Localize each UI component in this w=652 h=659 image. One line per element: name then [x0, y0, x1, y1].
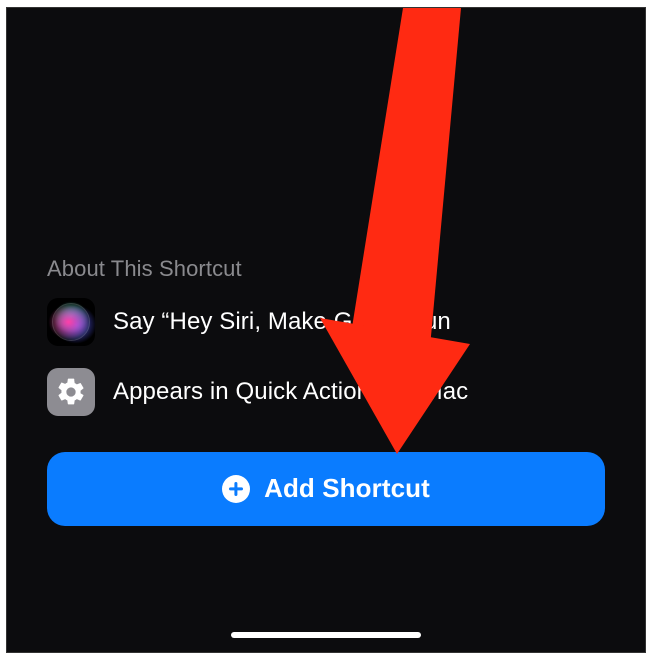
siri-icon	[47, 298, 95, 346]
list-item: Say “Hey Siri, Make GIF” to run	[47, 298, 605, 346]
plus-circle-icon	[222, 475, 250, 503]
section-title: About This Shortcut	[47, 256, 605, 282]
about-section: About This Shortcut Say “Hey Siri, Make …	[47, 256, 605, 526]
add-shortcut-button[interactable]: Add Shortcut	[47, 452, 605, 526]
quick-actions-row-text: Appears in Quick Actions on Mac	[113, 378, 468, 406]
add-shortcut-label: Add Shortcut	[264, 473, 430, 504]
home-indicator	[231, 632, 421, 638]
list-item: Appears in Quick Actions on Mac	[47, 368, 605, 416]
siri-row-text: Say “Hey Siri, Make GIF” to run	[113, 308, 451, 336]
screen-frame: About This Shortcut Say “Hey Siri, Make …	[6, 7, 646, 653]
gear-icon	[47, 368, 95, 416]
